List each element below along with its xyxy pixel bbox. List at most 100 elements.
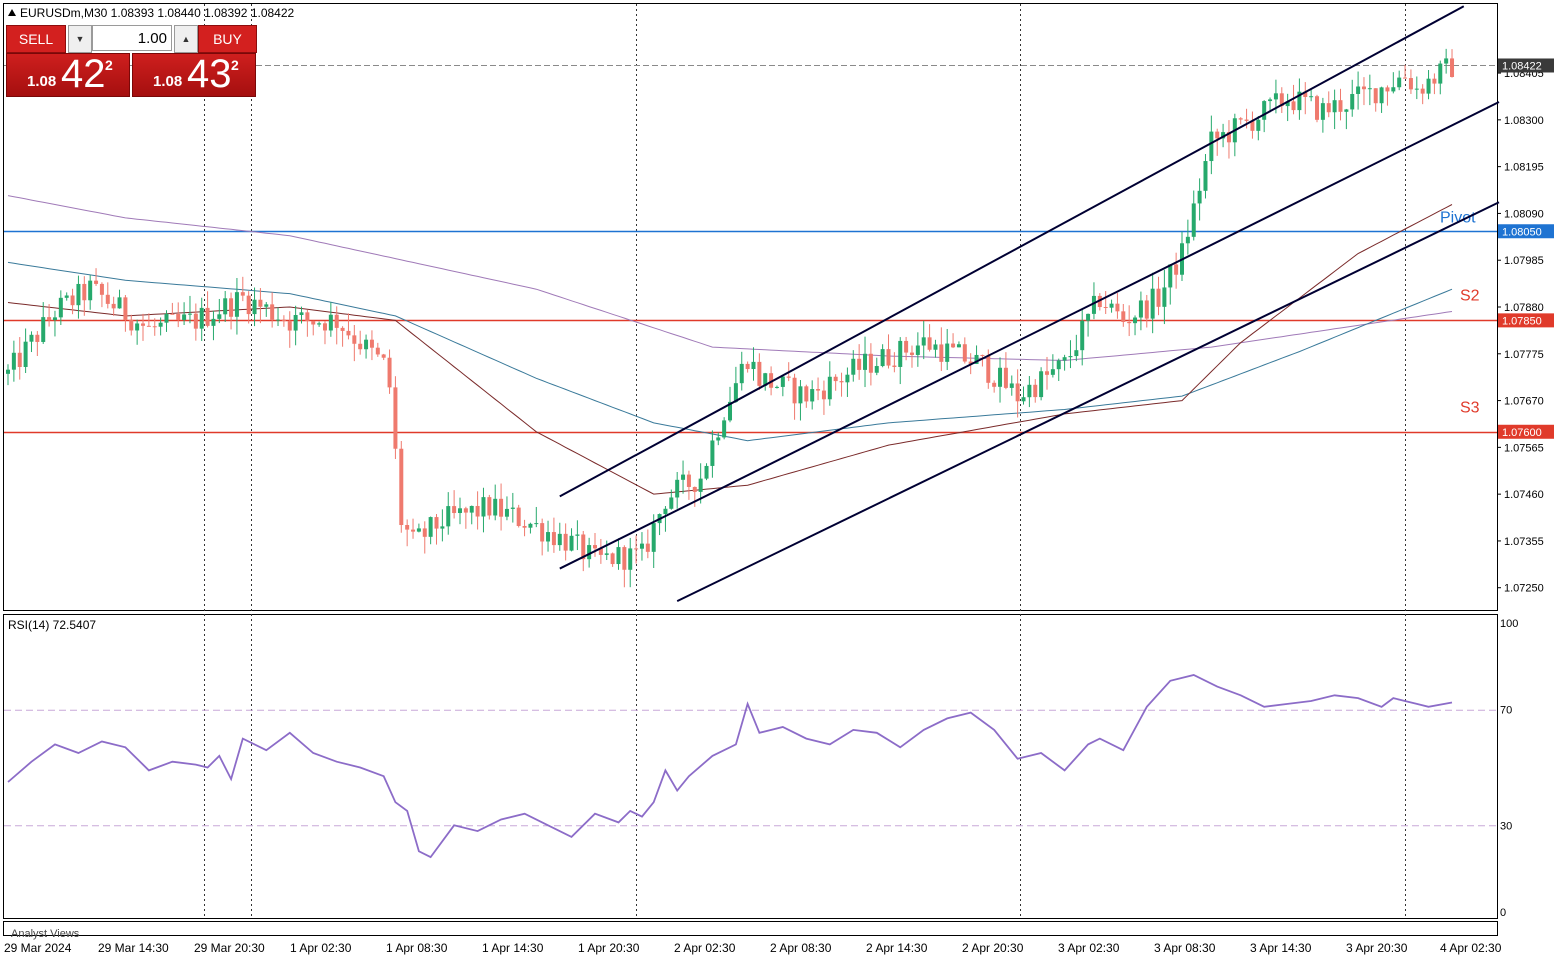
candle-body <box>1056 360 1061 370</box>
candle <box>493 484 498 521</box>
candle <box>780 375 785 397</box>
rsi-tick-label: 30 <box>1500 820 1512 832</box>
candle-body <box>1367 88 1372 90</box>
x-tick-label: 1 Apr 08:30 <box>386 941 448 955</box>
candle <box>234 277 239 335</box>
candle <box>563 523 568 561</box>
price-tag-label: 1.08050 <box>1502 226 1542 238</box>
candle <box>287 311 292 348</box>
rsi-line <box>7 674 1453 859</box>
candle-body <box>193 313 198 329</box>
trend-channel-line[interactable] <box>559 101 1500 570</box>
candle-body <box>1450 58 1455 77</box>
level-label-s3: S3 <box>1460 400 1480 417</box>
candle-body <box>945 343 950 362</box>
buy-button[interactable]: BUY <box>198 25 257 53</box>
candle-body <box>704 465 709 479</box>
ask-price-button[interactable]: 1.08 43 2 <box>132 52 256 97</box>
candle-body <box>798 386 803 404</box>
candle-body <box>1168 264 1173 288</box>
candle-body <box>786 376 791 378</box>
candle <box>1185 219 1190 255</box>
candle-body <box>234 292 239 317</box>
candle-body <box>1039 371 1044 398</box>
candle-body <box>340 327 345 331</box>
candle <box>141 313 146 341</box>
candle-body <box>986 355 991 383</box>
candle-body <box>1408 78 1413 90</box>
candle-body <box>446 506 451 527</box>
lot-size-input[interactable]: 1.00 <box>92 25 172 51</box>
candle-body <box>246 295 251 315</box>
candle <box>557 522 562 551</box>
candle-body <box>252 299 257 315</box>
candle-body <box>716 437 721 441</box>
candle <box>1044 356 1049 390</box>
lot-decrease-button[interactable]: ▼ <box>68 25 92 53</box>
candle <box>1174 252 1179 289</box>
candle <box>546 520 551 552</box>
candle-body <box>651 523 656 552</box>
candle <box>710 430 715 478</box>
candle-body <box>745 363 750 370</box>
x-tick-label: 3 Apr 02:30 <box>1058 941 1120 955</box>
x-tick-label: 2 Apr 20:30 <box>962 941 1024 955</box>
candle <box>540 518 545 556</box>
candle-body <box>1109 303 1114 308</box>
candle <box>657 513 662 536</box>
candle-body <box>845 374 850 383</box>
candle-body <box>311 320 316 325</box>
candle-body <box>1397 77 1402 88</box>
candle <box>528 522 533 534</box>
collapse-triangle-icon[interactable] <box>8 9 16 16</box>
candle-body <box>739 363 744 384</box>
candle <box>117 289 122 309</box>
x-tick-label: 29 Mar 20:30 <box>194 941 265 955</box>
ask-price-prefix: 1.08 <box>153 73 183 90</box>
candle-body <box>1438 63 1443 84</box>
candle-body <box>757 361 762 386</box>
candle <box>76 275 81 319</box>
candle-body <box>933 344 938 350</box>
candle <box>874 357 879 376</box>
candle-body <box>258 299 263 307</box>
candle <box>628 537 633 588</box>
candle-body <box>751 361 756 370</box>
candle <box>816 377 821 401</box>
candle <box>187 295 192 324</box>
candle <box>328 302 333 337</box>
candle-body <box>205 307 210 326</box>
candle-body <box>293 315 298 331</box>
candle <box>851 350 856 382</box>
candle-body <box>158 322 163 327</box>
candle-body <box>534 523 539 525</box>
candle-body <box>141 323 146 326</box>
candle-body <box>1420 88 1425 94</box>
candle-body <box>475 505 480 517</box>
candle-body <box>551 532 556 546</box>
candle <box>1338 88 1343 121</box>
candle <box>193 303 198 341</box>
candle-body <box>1062 357 1067 361</box>
candle-body <box>82 283 87 301</box>
candle-body <box>346 330 351 336</box>
candle-body <box>334 314 339 328</box>
candle <box>992 380 997 393</box>
candle <box>346 313 351 340</box>
y-tick-label: 1.07985 <box>1504 255 1544 267</box>
candle <box>1138 291 1143 331</box>
candle <box>176 302 181 328</box>
candle <box>616 538 621 570</box>
candle-body <box>851 358 856 375</box>
candle-body <box>1344 109 1349 112</box>
bid-price-button[interactable]: 1.08 42 2 <box>6 52 130 97</box>
candle <box>1373 88 1378 112</box>
lot-increase-button[interactable]: ▲ <box>174 25 198 53</box>
candle-body <box>1356 86 1361 94</box>
rsi-tick-label: 0 <box>1500 907 1506 919</box>
candle <box>569 528 574 552</box>
sell-button[interactable]: SELL <box>6 25 66 53</box>
candle-body <box>452 506 457 514</box>
candle-body <box>352 335 357 344</box>
candle-body <box>1133 317 1138 324</box>
